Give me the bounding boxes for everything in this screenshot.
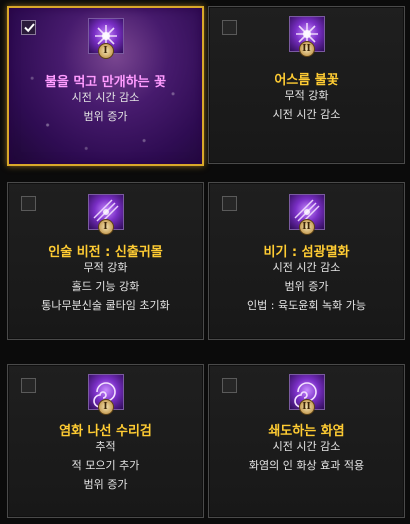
tripod-checkbox[interactable] xyxy=(222,378,237,393)
tripod-effects: 시전 시간 감소 화염의 인 화상 효과 적용 xyxy=(209,437,404,475)
tripod-effects: 무적 강화 홀드 기능 강화 통나무분신술 쿨타임 초기화 xyxy=(8,258,203,315)
tripod-effect: 홀드 기능 강화 xyxy=(71,280,140,293)
tripod-effect: 화염의 인 화상 효과 적용 xyxy=(248,459,365,472)
tripod-effect: 범위 증가 xyxy=(284,280,329,293)
tripod-checkbox[interactable] xyxy=(222,196,237,211)
tier-badge: I xyxy=(97,219,114,235)
tripod-effect: 인법 : 육도윤회 녹화 가능 xyxy=(247,299,366,312)
flower-flame-icon: I xyxy=(87,18,124,59)
tripod-effect: 범위 증가 xyxy=(83,110,128,123)
tripod-effect: 시전 시간 감소 xyxy=(272,108,341,121)
tripod-card-6[interactable]: II 쇄도하는 화염 시전 시간 감소 화염의 인 화상 효과 적용 xyxy=(208,364,405,518)
talisman-icon: I xyxy=(87,194,124,235)
tripod-card-2[interactable]: II 어스름 불꽃 무적 강화 시전 시간 감소 xyxy=(208,6,405,164)
tripod-checkbox[interactable] xyxy=(21,196,36,211)
tripod-effect: 적 모으기 추가 xyxy=(71,459,140,472)
tier-badge: II xyxy=(298,399,315,415)
tier-badge: I xyxy=(97,399,114,415)
tripod-effects: 시전 시간 감소 범위 증가 인법 : 육도윤회 녹화 가능 xyxy=(209,258,404,315)
flower-flame-icon: II xyxy=(288,16,325,57)
checkmark-icon xyxy=(24,23,35,33)
tripod-effects: 무적 강화 시전 시간 감소 xyxy=(209,86,404,124)
tripod-card-1[interactable]: I 불을 먹고 만개하는 꽃 시전 시간 감소 범위 증가 xyxy=(7,6,204,166)
talisman-icon: II xyxy=(288,194,325,235)
tier-badge: II xyxy=(298,219,315,235)
spiral-shuriken-icon: I xyxy=(87,374,124,415)
spiral-shuriken-icon: II xyxy=(288,374,325,415)
tripod-checkbox[interactable] xyxy=(222,20,237,35)
tier-badge: II xyxy=(298,41,315,57)
tripod-selection-panel: I 불을 먹고 만개하는 꽃 시전 시간 감소 범위 증가 II 어스름 불꽃 … xyxy=(0,0,410,524)
tier-badge: I xyxy=(97,43,114,59)
tripod-checkbox[interactable] xyxy=(21,20,36,35)
tripod-effect: 범위 증가 xyxy=(83,478,128,491)
tripod-checkbox[interactable] xyxy=(21,378,36,393)
tripod-card-5[interactable]: I 염화 나선 수리검 추적 적 모으기 추가 범위 증가 xyxy=(7,364,204,518)
tripod-card-4[interactable]: II 비기 : 섬광멸화 시전 시간 감소 범위 증가 인법 : 육도윤회 녹화… xyxy=(208,182,405,340)
tripod-effect: 무적 강화 xyxy=(83,261,128,274)
tripod-card-3[interactable]: I 인술 비전 : 신출귀몰 무적 강화 홀드 기능 강화 통나무분신술 쿨타임… xyxy=(7,182,204,340)
tripod-effect: 추적 xyxy=(95,440,116,453)
tripod-effect: 통나무분신술 쿨타임 초기화 xyxy=(41,299,170,312)
tripod-effect: 무적 강화 xyxy=(284,89,329,102)
tripod-effects: 시전 시간 감소 범위 증가 xyxy=(9,88,202,126)
tripod-effect: 시전 시간 감소 xyxy=(272,261,341,274)
tripod-effect: 시전 시간 감소 xyxy=(272,440,341,453)
tripod-effects: 추적 적 모으기 추가 범위 증가 xyxy=(8,437,203,494)
tripod-effect: 시전 시간 감소 xyxy=(71,91,140,104)
